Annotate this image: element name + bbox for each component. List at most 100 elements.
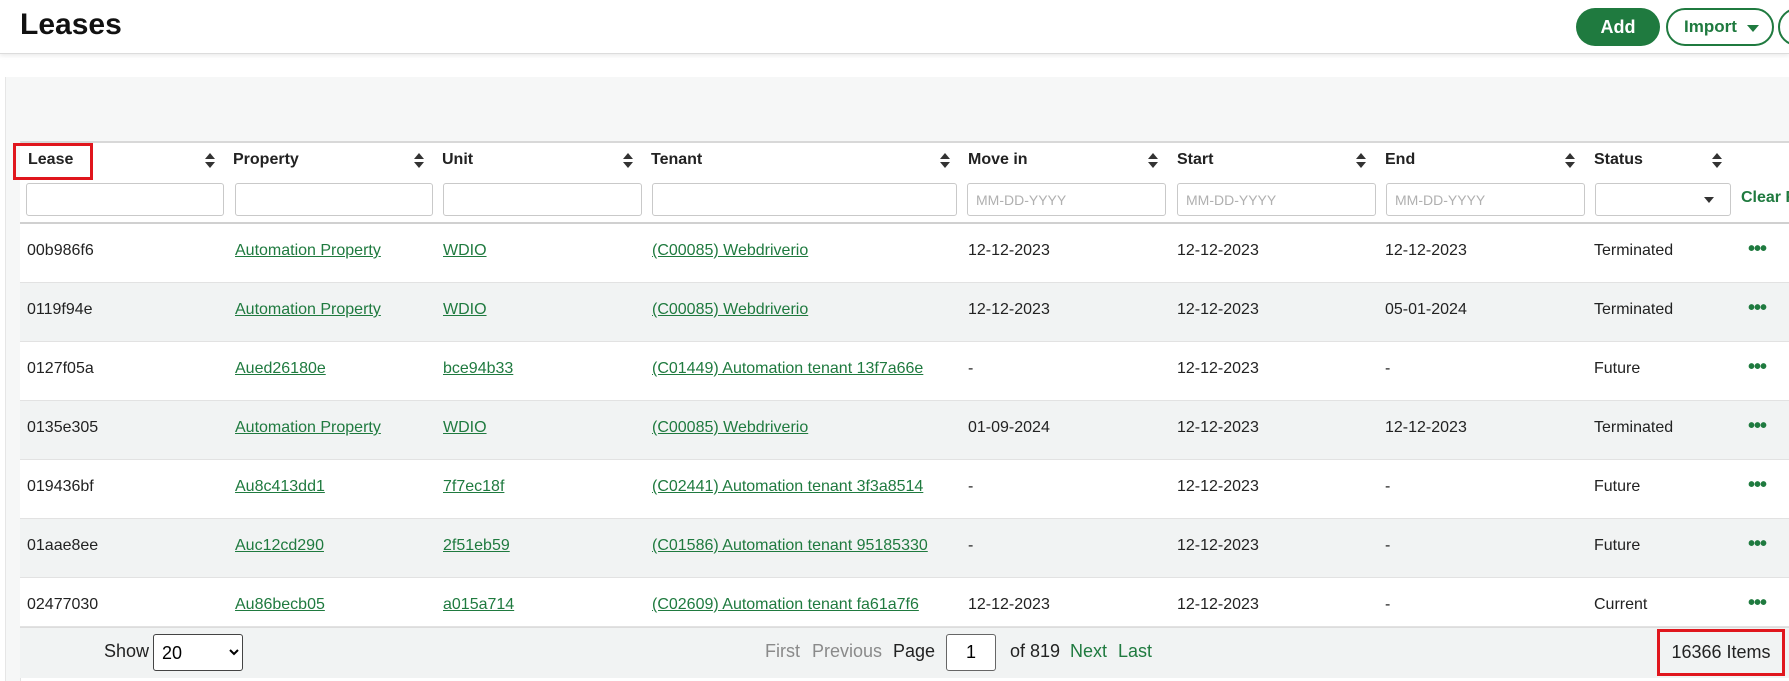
unit-link[interactable]: WDIO [443, 242, 487, 260]
sort-icon[interactable] [1148, 153, 1158, 169]
column-header-property[interactable]: Property [233, 151, 299, 173]
tenant-link[interactable]: (C01586) Automation tenant 95185330 [652, 537, 928, 555]
tenant-link[interactable]: (C00085) Webdriverio [652, 419, 808, 437]
lease-id: 019436bf [27, 478, 94, 495]
previous-page-link[interactable]: Previous [812, 641, 882, 662]
sort-icon[interactable] [940, 153, 950, 169]
end-date: - [1385, 596, 1391, 613]
end-date: 05-01-2024 [1385, 301, 1467, 318]
move-in-date: 12-12-2023 [968, 301, 1050, 318]
row-actions-icon[interactable]: ••• [1748, 533, 1767, 556]
unit-link[interactable]: bce94b33 [443, 360, 513, 378]
row-actions-icon[interactable]: ••• [1748, 592, 1767, 615]
unit-link[interactable]: WDIO [443, 301, 487, 319]
property-link[interactable]: Auc12cd290 [235, 537, 324, 555]
sort-icon[interactable] [1356, 153, 1366, 169]
row-actions-icon[interactable]: ••• [1748, 238, 1767, 261]
row-actions-icon[interactable]: ••• [1748, 356, 1767, 379]
property-link[interactable]: Au8c413dd1 [235, 478, 325, 496]
sort-icon[interactable] [1565, 153, 1575, 169]
tenant-link[interactable]: (C00085) Webdriverio [652, 242, 808, 260]
property-filter-input[interactable] [235, 183, 433, 216]
end-date: 12-12-2023 [1385, 242, 1467, 259]
sort-icon[interactable] [1712, 153, 1722, 169]
move-in-date: - [968, 360, 974, 377]
last-page-link[interactable]: Last [1118, 641, 1152, 662]
lease-status: Terminated [1594, 242, 1674, 259]
start-date: 12-12-2023 [1177, 360, 1259, 377]
column-header-start[interactable]: Start [1177, 151, 1213, 173]
move-in-date: 12-12-2023 [968, 242, 1050, 259]
lease-status: Future [1594, 360, 1641, 377]
start-filter-input[interactable] [1177, 183, 1376, 216]
end-date: 12-12-2023 [1385, 419, 1467, 436]
move-in-date: - [968, 478, 974, 495]
end-filter-input[interactable] [1386, 183, 1585, 216]
unit-link[interactable]: WDIO [443, 419, 487, 437]
lease-id: 0127f05a [27, 360, 94, 377]
lease-id: 0135e305 [27, 419, 99, 436]
page-label: Page [893, 641, 936, 661]
lease-status: Current [1594, 596, 1648, 613]
sort-icon[interactable] [414, 153, 424, 169]
add-button[interactable]: Add [1576, 8, 1660, 46]
move-in-date: 12-12-2023 [968, 596, 1050, 613]
row-actions-icon[interactable]: ••• [1748, 415, 1767, 438]
move-in-date: - [968, 537, 974, 554]
lease-filter-input[interactable] [26, 183, 224, 216]
row-actions-icon[interactable]: ••• [1748, 297, 1767, 320]
show-label: Show [104, 641, 150, 661]
unit-filter-input[interactable] [443, 183, 642, 216]
unit-link[interactable]: a015a714 [443, 596, 514, 614]
end-date: - [1385, 478, 1391, 495]
lease-id: 00b986f6 [27, 242, 94, 259]
tenant-link[interactable]: (C01449) Automation tenant 13f7a66e [652, 360, 923, 378]
import-button[interactable]: Import [1666, 8, 1774, 46]
tenant-link[interactable]: (C02441) Automation tenant 3f3a8514 [652, 478, 923, 496]
column-header-status[interactable]: Status [1594, 151, 1643, 173]
move-in-filter-input[interactable] [967, 183, 1166, 216]
unit-link[interactable]: 7f7ec18f [443, 478, 504, 496]
tenant-link[interactable]: (C02609) Automation tenant fa61a7f6 [652, 596, 919, 614]
clear-filters-link[interactable]: Clear Filters [1741, 189, 1789, 207]
row-actions-icon[interactable]: ••• [1748, 474, 1767, 497]
unit-link[interactable]: 2f51eb59 [443, 537, 510, 555]
highlight-box-lease [13, 143, 93, 180]
column-header-end[interactable]: End [1385, 151, 1415, 173]
lease-status: Terminated [1594, 301, 1674, 318]
lease-status: Terminated [1594, 419, 1674, 436]
page-title: Leases [20, 8, 122, 41]
more-actions-button[interactable] [1778, 8, 1789, 46]
lease-status: Future [1594, 478, 1641, 495]
column-header-tenant[interactable]: Tenant [651, 151, 702, 173]
property-link[interactable]: Automation Property [235, 301, 381, 319]
property-link[interactable]: Automation Property [235, 242, 381, 260]
property-link[interactable]: Au86becb05 [235, 596, 325, 614]
lease-id: 02477030 [27, 596, 99, 613]
next-page-link[interactable]: Next [1070, 641, 1107, 662]
import-button-label: Import [1684, 17, 1737, 36]
column-header-move-in[interactable]: Move in [968, 151, 1028, 173]
page-number-input[interactable] [946, 634, 996, 671]
start-date: 12-12-2023 [1177, 596, 1259, 613]
lease-status: Future [1594, 537, 1641, 554]
items-count: 16366 Items [1657, 629, 1785, 676]
move-in-date: 01-09-2024 [968, 419, 1050, 436]
start-date: 12-12-2023 [1177, 537, 1259, 554]
start-date: 12-12-2023 [1177, 242, 1259, 259]
property-link[interactable]: Automation Property [235, 419, 381, 437]
end-date: - [1385, 537, 1391, 554]
chevron-down-icon [1704, 197, 1714, 203]
end-date: - [1385, 360, 1391, 377]
page-total-label: of 819 [1010, 641, 1061, 661]
tenant-filter-input[interactable] [652, 183, 957, 216]
start-date: 12-12-2023 [1177, 301, 1259, 318]
page-size-select[interactable]: 20 [153, 634, 243, 671]
tenant-link[interactable]: (C00085) Webdriverio [652, 301, 808, 319]
property-link[interactable]: Aued26180e [235, 360, 326, 378]
sort-icon[interactable] [623, 153, 633, 169]
sort-icon[interactable] [205, 153, 215, 169]
top-bar: Leases Add Import [0, 0, 1789, 54]
first-page-link[interactable]: First [765, 641, 800, 662]
column-header-unit[interactable]: Unit [442, 151, 473, 173]
